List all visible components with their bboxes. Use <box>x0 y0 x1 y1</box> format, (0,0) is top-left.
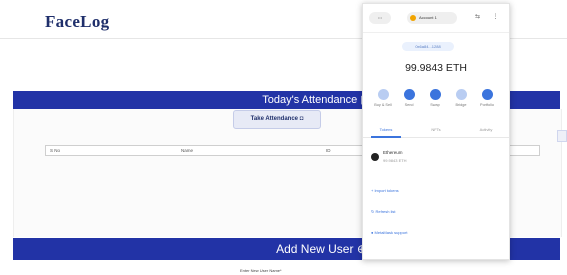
account-label: Account 1 <box>419 15 437 20</box>
tab-activity[interactable]: Activity <box>466 127 506 132</box>
tab-nfts[interactable]: NFTs <box>416 127 456 132</box>
metamask-support-link[interactable]: ● MetaMask support <box>371 230 407 235</box>
bridge-button[interactable]: Bridge <box>449 89 473 107</box>
ethereum-icon <box>371 153 379 161</box>
column-id: ID <box>326 148 331 153</box>
wallet-tabs: Tokens NFTs Activity <box>363 125 509 138</box>
metamask-popup: ••• Account 1 ⇆ ⋮ 0x6a84...1288 99.9843 … <box>362 3 510 260</box>
take-attendance-button[interactable]: Take Attendance ◘ <box>233 110 321 129</box>
wallet-topbar: ••• Account 1 ⇆ ⋮ <box>363 4 509 33</box>
account-selector[interactable]: Account 1 <box>407 12 457 24</box>
tab-tokens[interactable]: Tokens <box>366 127 406 132</box>
send-icon <box>403 89 415 100</box>
buy-sell-button[interactable]: Buy & Sell <box>371 89 395 107</box>
asset-amount: 99.9843 ETH <box>383 158 407 163</box>
wallet-actions: Buy & Sell Send Swap Bridge Portfolio <box>371 89 501 117</box>
network-label: ••• <box>377 15 383 20</box>
swap-button[interactable]: Swap <box>423 89 447 107</box>
attendance-title: Today's Attendance <box>262 94 358 106</box>
take-attendance-label: Take Attendance <box>250 116 299 122</box>
address-text: 0x6a84...1288 <box>415 44 441 49</box>
bridge-icon <box>455 89 467 100</box>
portfolio-icon <box>481 89 493 100</box>
send-label: Send <box>404 103 414 107</box>
column-name: Name <box>181 148 194 153</box>
portfolio-button[interactable]: Portfolio <box>475 89 499 107</box>
import-tokens-link[interactable]: + Import tokens <box>371 188 399 193</box>
connected-sites-icon[interactable]: ⇆ <box>473 13 482 22</box>
bridge-label: Bridge <box>455 103 467 107</box>
address-copy-button[interactable]: 0x6a84...1288 <box>402 42 454 51</box>
side-scroll-handle[interactable] <box>557 130 567 142</box>
swap-label: Swap <box>430 103 440 107</box>
app-logo: FaceLog <box>45 12 110 31</box>
more-options-icon[interactable]: ⋮ <box>491 13 500 22</box>
portfolio-label: Portfolio <box>480 103 494 107</box>
swap-icon <box>429 89 441 100</box>
asset-row-ethereum[interactable]: Ethereum 99.9843 ETH <box>369 150 499 170</box>
active-tab-indicator <box>371 136 401 138</box>
add-user-title: Add New User <box>276 242 354 256</box>
camera-icon: ◘ <box>299 116 304 122</box>
eth-balance: 99.9843 ETH <box>405 62 467 74</box>
buy-sell-label: Buy & Sell <box>374 103 392 107</box>
network-selector[interactable]: ••• <box>369 12 391 24</box>
buy-icon <box>377 89 389 100</box>
column-sno: S No <box>50 148 61 153</box>
send-button[interactable]: Send <box>397 89 421 107</box>
account-avatar <box>410 15 416 21</box>
asset-name: Ethereum <box>383 150 403 155</box>
new-user-name-label: Enter New User Name* <box>240 268 282 273</box>
refresh-list-link[interactable]: ↻ Refresh list <box>371 209 395 214</box>
